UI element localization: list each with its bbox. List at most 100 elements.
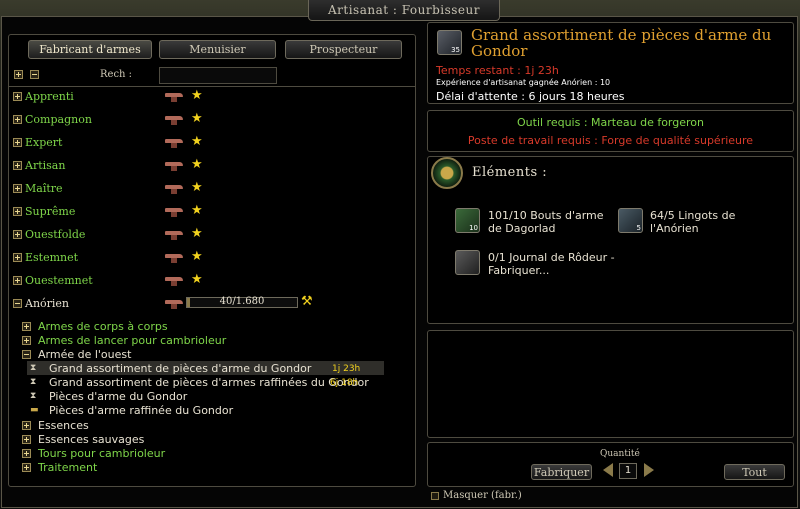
tier-expert[interactable]: Expert	[25, 136, 62, 149]
cooldown-timer: 6j 18h	[330, 378, 359, 388]
expand-icon[interactable]	[22, 421, 31, 430]
expand-icon[interactable]	[13, 161, 22, 170]
window-title: Artisanat : Fourbisseur	[308, 0, 500, 21]
collapse-icon[interactable]	[22, 350, 31, 359]
recipe-icon: ⧗	[30, 363, 37, 373]
recipe-icon: ⧗	[30, 377, 37, 387]
anvil-icon	[165, 252, 183, 263]
divider	[8, 86, 416, 87]
quantity-input[interactable]: 1	[619, 463, 637, 479]
category-melee-weapons[interactable]: Armes de corps à corps	[38, 320, 168, 333]
recipe-title: Grand assortiment de pièces d'arme du Go…	[471, 26, 772, 60]
recipe-icon: ⧗	[30, 391, 37, 401]
recipe-item[interactable]: Grand assortiment de pièces d'armes raff…	[49, 376, 369, 389]
recipe-scroll-icon: ▬	[30, 405, 39, 415]
ingredient-name: 64/5 Lingots de l'Anórien	[650, 209, 736, 235]
expand-icon[interactable]	[13, 184, 22, 193]
craft-all-button[interactable]: Tout	[724, 464, 785, 480]
guild-star-icon: ★	[191, 203, 203, 218]
quantity-decrease-icon[interactable]	[603, 463, 613, 477]
proficiency-bar: 40/1.680	[186, 296, 298, 308]
search-label: Rech :	[100, 69, 133, 80]
expand-icon[interactable]	[22, 336, 31, 345]
expand-icon[interactable]	[13, 253, 22, 262]
expand-icon[interactable]	[13, 276, 22, 285]
category-treatment[interactable]: Traitement	[38, 461, 97, 474]
tier-anorien[interactable]: Anórien	[25, 297, 69, 310]
ingredient-name: 101/10 Bouts d'arme de Dagorlad	[488, 209, 604, 235]
tier-westfold[interactable]: Ouestfolde	[25, 228, 85, 241]
anvil-icon	[165, 298, 183, 309]
search-input[interactable]	[159, 67, 277, 84]
quantity-label: Quantité	[600, 449, 640, 459]
category-wild-essences[interactable]: Essences sauvages	[38, 433, 144, 446]
guild-star-icon: ★	[191, 111, 203, 126]
category-burglar-tools[interactable]: Tours pour cambrioleur	[38, 447, 165, 460]
ingredient-icon[interactable]: 5	[618, 208, 643, 233]
tier-artisan[interactable]: Artisan	[25, 159, 65, 172]
expand-icon[interactable]	[13, 138, 22, 147]
expand-icon[interactable]	[13, 207, 22, 216]
cooldown-text: Délai d'attente : 6 jours 18 heures	[436, 90, 625, 103]
quantity-increase-icon[interactable]	[644, 463, 654, 477]
tier-journeyman[interactable]: Compagnon	[25, 113, 92, 126]
ingredients-panel	[427, 156, 794, 324]
recipe-item[interactable]: Grand assortiment de pièces d'arme du Go…	[49, 362, 311, 375]
expand-icon[interactable]	[22, 463, 31, 472]
ingredient-name: 0/1 Journal de Rôdeur - Fabriquer...	[488, 251, 615, 277]
time-remaining: Temps restant : 1j 23h	[436, 64, 559, 77]
guild-star-icon: ★	[191, 157, 203, 172]
expand-icon[interactable]	[13, 115, 22, 124]
tier-master[interactable]: Maître	[25, 182, 63, 195]
ingredient-icon[interactable]	[455, 250, 480, 275]
ingredients-heading: Eléments :	[472, 165, 548, 180]
expand-icon[interactable]	[13, 230, 22, 239]
cooldown-timer: 1j 23h	[332, 364, 361, 374]
ingredient-icon[interactable]: 10	[455, 208, 480, 233]
collapse-all-icon[interactable]	[30, 70, 39, 79]
craft-xp: Expérience d'artisanat gagnée Anórien : …	[436, 78, 611, 87]
hide-uncraftable-label: Masquer (fabr.)	[443, 490, 522, 501]
anvil-icon	[165, 183, 183, 194]
tool-required: Outil requis : Marteau de forgeron	[517, 116, 704, 129]
recipe-item[interactable]: Pièces d'arme raffinée du Gondor	[49, 404, 233, 417]
category-thrown-weapons[interactable]: Armes de lancer pour cambrioleur	[38, 334, 226, 347]
anvil-icon	[165, 275, 183, 286]
hide-uncraftable-checkbox[interactable]	[431, 492, 439, 500]
anvil-icon	[165, 114, 183, 125]
expand-icon[interactable]	[22, 435, 31, 444]
expand-icon[interactable]	[22, 322, 31, 331]
anvil-icon	[165, 229, 183, 240]
tab-weaponsmith[interactable]: Fabricant d'armes	[28, 40, 152, 59]
anvil-icon	[165, 160, 183, 171]
expand-all-icon[interactable]	[14, 70, 23, 79]
expand-icon[interactable]	[22, 449, 31, 458]
tier-apprentice[interactable]: Apprenti	[25, 90, 74, 103]
guild-star-icon: ★	[191, 88, 203, 103]
craft-button[interactable]: Fabriquer	[531, 464, 592, 480]
expand-icon[interactable]	[13, 92, 22, 101]
tier-eastemnet[interactable]: Estemnet	[25, 251, 78, 264]
optional-panel	[427, 330, 794, 438]
tier-supreme[interactable]: Suprême	[25, 205, 75, 218]
station-required: Poste de travail requis : Forge de quali…	[467, 134, 754, 147]
category-essences[interactable]: Essences	[38, 419, 89, 432]
recipe-item-icon: 35	[437, 30, 462, 55]
anvil-icon	[165, 91, 183, 102]
guild-star-icon: ★	[191, 134, 203, 149]
anvil-icon	[165, 137, 183, 148]
tab-prospector[interactable]: Prospecteur	[285, 40, 402, 59]
category-army-of-the-west[interactable]: Armée de l'ouest	[38, 348, 131, 361]
guild-star-icon: ★	[191, 272, 203, 287]
guild-star-icon: ★	[191, 226, 203, 241]
collapse-icon[interactable]	[13, 299, 22, 308]
tier-westemnet[interactable]: Ouestemnet	[25, 274, 93, 287]
ingredients-emblem-icon	[431, 157, 463, 189]
guild-star-icon: ★	[191, 180, 203, 195]
tab-woodworker[interactable]: Menuisier	[159, 40, 276, 59]
recipe-item[interactable]: Pièces d'arme du Gondor	[49, 390, 187, 403]
guild-star-icon: ★	[191, 249, 203, 264]
proficiency-value: 40/1.680	[219, 296, 265, 307]
mastery-hammer-icon: ⚒	[301, 294, 313, 309]
anvil-icon	[165, 206, 183, 217]
